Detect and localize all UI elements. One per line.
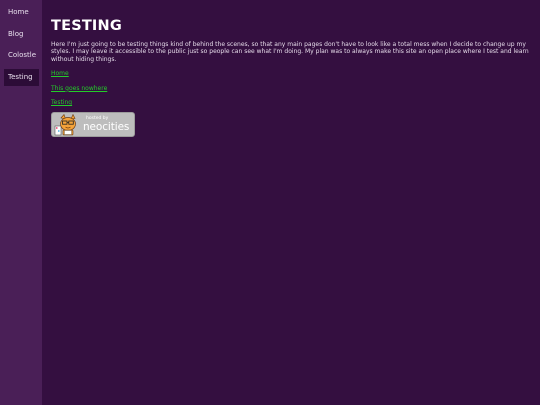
home-link[interactable]: Home: [51, 70, 69, 78]
nowhere-link[interactable]: This goes nowhere: [51, 85, 107, 93]
testing-link[interactable]: Testing: [51, 99, 72, 107]
sidebar: Home Blog Colostle Testing: [0, 0, 42, 405]
badge-brand-text: neocities: [83, 120, 130, 133]
sidebar-nav: Home Blog Colostle Testing: [0, 0, 42, 86]
sidebar-item-colostle[interactable]: Colostle: [4, 47, 39, 64]
sidebar-item-home[interactable]: Home: [4, 4, 39, 21]
neocities-cat-icon: [54, 113, 76, 136]
sidebar-item-testing[interactable]: Testing: [4, 68, 39, 86]
neocities-badge[interactable]: hosted by neocities: [51, 111, 135, 137]
page-title: TESTING: [51, 18, 122, 34]
intro-paragraph: Here I'm just going to be testing things…: [51, 41, 529, 63]
sidebar-item-blog[interactable]: Blog: [4, 26, 39, 43]
main-content: TESTING Here I'm just going to be testin…: [51, 0, 534, 137]
